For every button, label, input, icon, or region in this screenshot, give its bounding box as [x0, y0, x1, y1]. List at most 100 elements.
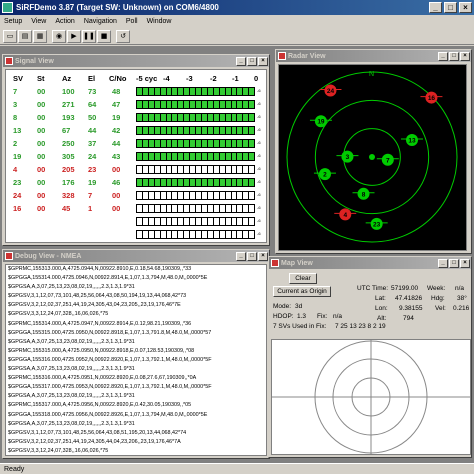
log-line: $GPGSA,A,3,07,25,13,23,08,02,19,,,,,,2.3…	[8, 366, 135, 373]
minimize-button[interactable]: _	[236, 56, 246, 66]
cell-sv: 13	[13, 126, 22, 135]
stop-icon[interactable]: ■	[97, 29, 111, 43]
new-icon[interactable]: ▭	[3, 29, 17, 43]
cell-st: 00	[37, 87, 46, 96]
cell-az: 45	[62, 204, 71, 213]
cell-az: 250	[62, 139, 75, 148]
satellite-label: 4	[343, 212, 347, 219]
signal-bar-segment	[249, 166, 254, 173]
map-svg	[272, 340, 470, 454]
minimize-button[interactable]: _	[438, 258, 448, 268]
header-bar-0: 0	[254, 74, 259, 83]
debug-view-window: Debug View - NMEA _ □ × $GPRMC,155313.00…	[2, 249, 270, 459]
pause-icon[interactable]: ❚❚	[82, 29, 96, 43]
open-icon[interactable]: ▤	[18, 29, 32, 43]
bar-tick-label: -6	[257, 153, 261, 158]
mode-label: Mode:	[273, 303, 292, 310]
bar-tick-label: -6	[257, 205, 261, 210]
current-as-origin-button[interactable]: Current as Origin	[273, 286, 331, 297]
hdg-value: 38°	[457, 295, 467, 302]
signal-bar-segment	[249, 218, 254, 225]
connect-icon[interactable]: ◉	[52, 29, 66, 43]
save-icon[interactable]: ▦	[33, 29, 47, 43]
table-row: 19 00 305 24 43 -6	[6, 151, 268, 163]
signal-view-title-bar[interactable]: Signal View _ □ ×	[3, 55, 269, 67]
maximize-button[interactable]: □	[449, 51, 459, 61]
table-row: 3 00 271 64 47 -6	[6, 99, 268, 111]
close-button[interactable]: ×	[460, 51, 470, 61]
signal-bar-segment	[249, 153, 255, 160]
lon-label: Lon:	[375, 305, 388, 312]
signal-bar	[136, 165, 255, 174]
table-row: 23 00 176 19 46 -6	[6, 177, 268, 189]
log-line: $GPRMC,155314.000,A,4725.0947,N,00922.89…	[8, 320, 192, 327]
cell-az: 67	[62, 126, 71, 135]
signal-bar-segment	[249, 179, 255, 186]
satellite-label: 3	[346, 154, 350, 161]
debug-view-title: Debug View - NMEA	[15, 252, 82, 260]
signal-bar	[136, 113, 255, 122]
north-label: N	[369, 71, 374, 78]
debug-view-title-bar[interactable]: Debug View - NMEA _ □ ×	[3, 250, 269, 262]
radar-view-title-bar[interactable]: Radar View _ □ ×	[276, 50, 471, 62]
signal-bar-segment	[249, 114, 255, 121]
bar-tick-label: -6	[257, 88, 261, 93]
satellite-label: 24	[327, 88, 335, 95]
bar-tick-label: -6	[257, 218, 261, 223]
table-row: 7 00 100 73 48 -6	[6, 86, 268, 98]
reset-icon[interactable]: ↺	[116, 29, 130, 43]
minimize-button[interactable]: _	[429, 2, 442, 13]
menu-window[interactable]: Window	[147, 18, 172, 25]
radar-svg: N 7 3 8 13 2 19 4 23 24 16	[286, 71, 458, 243]
radar-view-icon	[278, 52, 286, 60]
menu-view[interactable]: View	[31, 18, 46, 25]
log-line: $GPRMC,155313.000,A,4725.0944,N,00922.89…	[8, 266, 192, 272]
map-view-window: Map View _ □ × Clear Current as Origin U…	[268, 256, 472, 458]
cell-sv: 19	[13, 152, 22, 161]
close-button[interactable]: ×	[258, 56, 268, 66]
menu-setup[interactable]: Setup	[4, 18, 22, 25]
cell-az: 176	[62, 178, 75, 187]
header-bar-4: -4	[163, 74, 170, 83]
close-button[interactable]: ×	[459, 2, 472, 13]
cell-st: 00	[37, 139, 46, 148]
cell-cno: 42	[112, 126, 121, 135]
maximize-button[interactable]: □	[247, 251, 257, 261]
maximize-button[interactable]: □	[449, 258, 459, 268]
cell-cno: 46	[112, 178, 121, 187]
signal-view-icon	[5, 57, 13, 65]
header-el: El	[88, 74, 96, 83]
table-row: -6	[6, 216, 268, 228]
maximize-button[interactable]: □	[247, 56, 257, 66]
satellite-label: 7	[386, 157, 390, 164]
menu-poll[interactable]: Poll	[126, 18, 138, 25]
log-line: $GPRMC,155316.000,A,4725.0951,N,00922.89…	[8, 375, 197, 382]
app-title: SiRFDemo 3.87 (Target SW: Unknown) on CO…	[16, 3, 219, 12]
app-icon	[2, 2, 13, 13]
log-line: $GPGSV,3,2,12,02,37,251,44,19,24,305,43,…	[8, 302, 181, 309]
menu-navigation[interactable]: Navigation	[84, 18, 117, 25]
clear-button[interactable]: Clear	[289, 273, 317, 284]
minimize-button[interactable]: _	[236, 251, 246, 261]
menu-action[interactable]: Action	[55, 18, 74, 25]
header-bar-1: -1	[232, 74, 239, 83]
maximize-button[interactable]: □	[444, 2, 457, 13]
close-button[interactable]: ×	[258, 251, 268, 261]
play-icon[interactable]: ▶	[67, 29, 81, 43]
lat-value: 47.41826	[395, 295, 423, 302]
signal-bar-segment	[249, 101, 255, 108]
close-button[interactable]: ×	[460, 258, 470, 268]
map-plot[interactable]	[271, 339, 471, 455]
lat-label: Lat:	[375, 295, 386, 302]
mode-value: 3d	[295, 303, 303, 310]
minimize-button[interactable]: _	[438, 51, 448, 61]
table-row: 8 00 193 50 19 -6	[6, 112, 268, 124]
log-line: $GPGSV,3,1,12,07,73,101,48,25,56,064,43,…	[8, 293, 187, 300]
week-label: Week:	[427, 285, 446, 292]
signal-bar	[136, 152, 255, 161]
map-view-title-bar[interactable]: Map View _ □ ×	[269, 257, 471, 269]
nmea-log[interactable]: $GPRMC,155313.000,A,4725.0944,N,00922.89…	[5, 264, 267, 456]
cell-st: 00	[37, 152, 46, 161]
cell-el: 24	[88, 152, 97, 161]
signal-table: SV St Az El C/No -5 cyc -4 -3 -2 -1 0 7 0…	[5, 69, 267, 243]
